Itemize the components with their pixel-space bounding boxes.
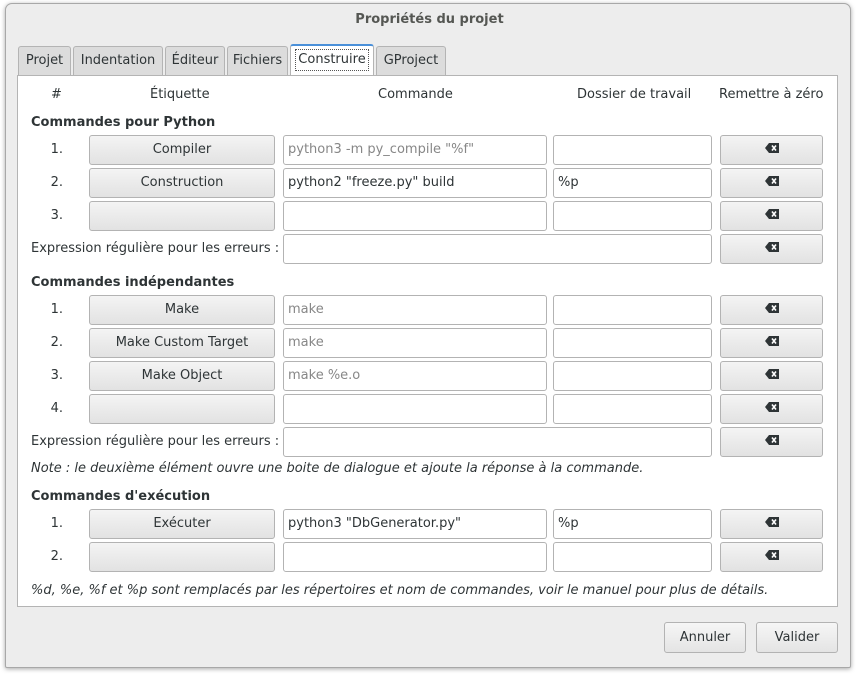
row-number: 1. [50, 302, 63, 317]
column-header-label: Étiquette [150, 87, 210, 102]
command-label-button[interactable]: Make Object [89, 361, 275, 391]
row-number: 3. [50, 368, 63, 383]
window-title: Propriétés du projet [355, 12, 504, 27]
command-input[interactable] [283, 201, 547, 231]
row-number: 4. [50, 401, 63, 416]
command-label-button[interactable]: Make Custom Target [89, 328, 275, 358]
command-input[interactable]: make [283, 295, 547, 325]
row-number: 2. [50, 549, 63, 564]
backspace-icon [764, 143, 779, 153]
tab-label: Indentation [80, 53, 156, 68]
section-title-execution: Commandes d'exécution [31, 489, 211, 504]
clear-button[interactable] [720, 394, 823, 424]
command-label-button[interactable] [89, 394, 275, 424]
column-header-reset: Remettre à zéro [719, 87, 824, 102]
clear-button[interactable] [720, 135, 823, 165]
clear-button[interactable] [720, 168, 823, 198]
backspace-icon [764, 336, 779, 346]
command-label-button[interactable]: Compiler [89, 135, 275, 165]
command-input[interactable] [283, 542, 547, 572]
command-label-button[interactable]: Make [89, 295, 275, 325]
backspace-icon [764, 369, 779, 379]
clear-button[interactable] [720, 328, 823, 358]
clear-button[interactable] [720, 427, 823, 457]
row-number: 2. [50, 335, 63, 350]
tab-label: GProject [383, 53, 439, 68]
backspace-icon [764, 550, 779, 560]
workdir-input[interactable] [553, 361, 712, 391]
regex-label: Expression régulière pour les erreurs : [31, 434, 280, 449]
clear-button[interactable] [720, 509, 823, 539]
placeholder-help-note: %d, %e, %f et %p sont remplacés par les … [31, 583, 769, 598]
regex-label: Expression régulière pour les erreurs : [31, 241, 280, 256]
command-input[interactable] [283, 394, 547, 424]
clear-button[interactable] [720, 361, 823, 391]
tab-fichiers[interactable]: Fichiers [227, 46, 288, 75]
command-input[interactable]: make %e.o [283, 361, 547, 391]
tab-projet[interactable]: Projet [18, 46, 71, 75]
workdir-input[interactable] [553, 135, 712, 165]
tab-label: Fichiers [232, 53, 283, 68]
backspace-icon [764, 242, 779, 252]
section-title-python: Commandes pour Python [31, 115, 216, 130]
clear-button[interactable] [720, 234, 823, 264]
command-label-button[interactable] [89, 542, 275, 572]
backspace-icon [764, 402, 779, 412]
section-title-independent: Commandes indépendantes [31, 275, 235, 290]
ok-button[interactable]: Valider [756, 622, 838, 653]
command-input[interactable]: make [283, 328, 547, 358]
dialog-note: Note : le deuxième élément ouvre une boi… [31, 461, 644, 476]
tab-indentation[interactable]: Indentation [73, 46, 163, 75]
backspace-icon [764, 176, 779, 186]
clear-button[interactable] [720, 295, 823, 325]
regex-input[interactable] [283, 234, 712, 264]
tab-label: Projet [25, 53, 64, 68]
row-number: 1. [50, 516, 63, 531]
column-header-workdir: Dossier de travail [577, 87, 692, 102]
command-input[interactable]: python3 -m py_compile "%f" [283, 135, 547, 165]
column-header-num: # [51, 87, 62, 102]
tab-editeur[interactable]: Éditeur [165, 46, 225, 75]
workdir-input[interactable]: %p [553, 509, 712, 539]
tab-construire[interactable]: Construire [290, 44, 374, 75]
command-input[interactable]: python3 "DbGenerator.py" [283, 509, 547, 539]
row-number: 3. [50, 208, 63, 223]
column-header-command: Commande [378, 87, 453, 102]
clear-button[interactable] [720, 542, 823, 572]
regex-input[interactable] [283, 427, 712, 457]
workdir-input[interactable]: %p [553, 168, 712, 198]
row-number: 1. [50, 142, 63, 157]
command-label-button[interactable]: Construction [89, 168, 275, 198]
clear-button[interactable] [720, 201, 823, 231]
tab-label: Éditeur [171, 53, 219, 68]
workdir-input[interactable] [553, 295, 712, 325]
cancel-button[interactable]: Annuler [664, 622, 746, 653]
tab-label: Construire [295, 49, 369, 71]
backspace-icon [764, 517, 779, 527]
backspace-icon [764, 209, 779, 219]
workdir-input[interactable] [553, 201, 712, 231]
workdir-input[interactable] [553, 394, 712, 424]
row-number: 2. [50, 175, 63, 190]
command-label-button[interactable]: Exécuter [89, 509, 275, 539]
command-input[interactable]: python2 "freeze.py" build [283, 168, 547, 198]
command-label-button[interactable] [89, 201, 275, 231]
backspace-icon [764, 435, 779, 445]
tab-gproject[interactable]: GProject [376, 46, 446, 75]
workdir-input[interactable] [553, 328, 712, 358]
workdir-input[interactable] [553, 542, 712, 572]
backspace-icon [764, 303, 779, 313]
